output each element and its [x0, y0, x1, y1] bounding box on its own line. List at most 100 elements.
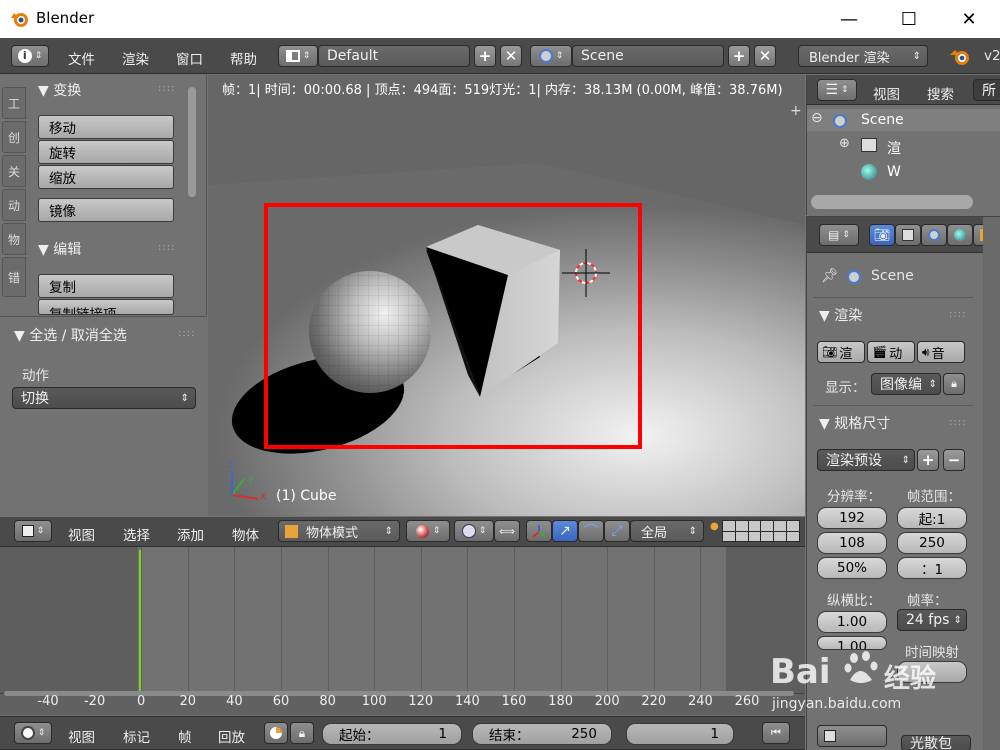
- scene-name-field[interactable]: Scene: [572, 45, 724, 67]
- menu-outliner-view[interactable]: 视图: [873, 83, 900, 103]
- mirror-button[interactable]: 镜像: [38, 198, 174, 222]
- manipulator-toggle[interactable]: ⟺: [494, 520, 520, 542]
- pin-icon[interactable]: 📌︎: [821, 268, 839, 284]
- menu-window[interactable]: 窗口: [176, 48, 203, 68]
- add-preset-button[interactable]: +: [917, 449, 939, 471]
- scale-button[interactable]: 缩放: [38, 165, 174, 189]
- aspect-x-field[interactable]: 1.00: [817, 611, 887, 633]
- frame-step-field[interactable]: ：1: [897, 557, 967, 579]
- panel-drag-handle[interactable]: ::::: [178, 328, 195, 339]
- tab-scene-properties[interactable]: [921, 224, 947, 246]
- rotate-button[interactable]: 旋转: [38, 140, 174, 164]
- timeline-ruler[interactable]: [0, 693, 805, 715]
- lock-interface-button[interactable]: 🔒︎: [943, 373, 965, 395]
- scale-manipulator-button[interactable]: ⤢: [604, 520, 630, 542]
- remove-layout-button[interactable]: ✕: [500, 45, 522, 67]
- render-panel-title[interactable]: ▼ 渲染: [819, 305, 862, 325]
- menu-render[interactable]: 渲染: [122, 48, 149, 68]
- editor-type-properties-button[interactable]: ▤ ⇕: [819, 224, 859, 246]
- menu-add[interactable]: 添加: [177, 524, 204, 544]
- current-frame-field[interactable]: 1: [626, 723, 734, 745]
- remove-preset-button[interactable]: −: [943, 449, 965, 471]
- start-frame-field[interactable]: 起始： 1: [322, 723, 462, 745]
- minimize-button[interactable]: —: [826, 0, 872, 38]
- pivot-point-select[interactable]: ⇕: [454, 520, 494, 542]
- render-engine-select[interactable]: Blender 渲染 ⇕: [798, 45, 928, 67]
- translate-manipulator-button[interactable]: [526, 520, 552, 542]
- maximize-button[interactable]: ☐: [886, 0, 932, 38]
- tool-shelf-scrollbar[interactable]: [188, 87, 196, 197]
- resolution-percentage-field[interactable]: 50%: [817, 557, 887, 579]
- lock-range-toggle[interactable]: 🔒︎: [290, 722, 314, 744]
- outliner-row-render[interactable]: ⊕ 渲: [807, 135, 1000, 157]
- resolution-y-field[interactable]: 108: [817, 532, 887, 554]
- edit-panel-title[interactable]: ▼ 编辑: [38, 239, 81, 259]
- duplicate-button[interactable]: 复制: [38, 274, 174, 298]
- menu-marker[interactable]: 标记: [123, 726, 150, 746]
- display-mode-select[interactable]: 所: [973, 79, 1000, 101]
- scene-selector-button[interactable]: ⇕: [530, 45, 572, 67]
- render-animation-button[interactable]: 🎬︎ 动: [867, 341, 915, 363]
- render-image-button[interactable]: 📷︎ 渲: [817, 341, 865, 363]
- menu-file[interactable]: 文件: [68, 48, 95, 68]
- viewport-expand-button[interactable]: +: [790, 103, 802, 119]
- panel-drag-handle[interactable]: ::::: [949, 417, 966, 428]
- tab-physics[interactable]: 物: [2, 223, 26, 255]
- timeline-area[interactable]: [0, 547, 805, 693]
- mode-select[interactable]: 物体模式 ⇕: [278, 520, 400, 542]
- menu-playback[interactable]: 回放: [218, 726, 245, 746]
- layer-buttons[interactable]: [722, 520, 800, 542]
- close-button[interactable]: ✕: [946, 0, 992, 38]
- tab-render-layers[interactable]: [895, 224, 921, 246]
- editor-type-timeline-button[interactable]: ⇕: [14, 722, 52, 744]
- editor-type-3dview-button[interactable]: ⇕: [14, 520, 52, 542]
- display-mode-select[interactable]: 图像编 ⇕: [871, 373, 941, 395]
- remove-scene-button[interactable]: ✕: [754, 45, 776, 67]
- end-frame-field[interactable]: 结束： 250: [472, 723, 612, 745]
- resolution-x-field[interactable]: 192: [817, 507, 887, 529]
- menu-frame[interactable]: 帧: [178, 726, 192, 746]
- collapse-icon[interactable]: ⊖: [811, 110, 823, 126]
- timeline-scrollbar[interactable]: [0, 690, 805, 696]
- menu-select[interactable]: 选择: [123, 524, 150, 544]
- render-audio-button[interactable]: 🔊︎ 音: [917, 341, 965, 363]
- current-frame-line[interactable]: [139, 550, 141, 693]
- add-layout-button[interactable]: +: [474, 45, 496, 67]
- transform-panel-title[interactable]: ▼ 变换: [38, 80, 81, 100]
- expand-icon[interactable]: ⊕: [839, 136, 850, 151]
- add-scene-button[interactable]: +: [728, 45, 750, 67]
- tab-animation[interactable]: 动: [2, 189, 26, 221]
- menu-timeline-view[interactable]: 视图: [68, 726, 95, 746]
- tab-render-properties[interactable]: 📷︎: [869, 224, 895, 246]
- outliner-row-scene[interactable]: ⊖ Scene: [807, 109, 1000, 131]
- 3d-viewport[interactable]: 帧：1| 时间：00:00.68 | 顶点：494面：519灯光：1| 内存：3…: [208, 75, 805, 516]
- tab-tools[interactable]: 工: [2, 87, 26, 119]
- layout-name-field[interactable]: Default: [318, 45, 470, 67]
- frame-start-field[interactable]: 起:1: [897, 507, 967, 529]
- menu-view[interactable]: 视图: [68, 524, 95, 544]
- dimensions-panel-title[interactable]: ▼ 规格尺寸: [819, 413, 890, 433]
- frame-rate-select[interactable]: 24 fps ⇕: [897, 609, 967, 631]
- outliner-row-world[interactable]: W: [807, 161, 1000, 183]
- render-preset-select[interactable]: 渲染预设 ⇕: [817, 449, 915, 471]
- layout-selector-button[interactable]: ⇕: [278, 45, 318, 67]
- frame-end-field[interactable]: 250: [897, 532, 967, 554]
- outliner-scrollbar[interactable]: [811, 195, 973, 209]
- menu-search[interactable]: 搜索: [927, 83, 954, 103]
- move-manipulator-button[interactable]: ↗: [552, 520, 578, 542]
- editor-type-info-button[interactable]: i ⇕: [11, 45, 49, 67]
- preview-range-toggle[interactable]: [264, 722, 288, 744]
- tab-relations[interactable]: 关: [2, 155, 26, 187]
- panel-drag-handle[interactable]: ::::: [158, 83, 175, 94]
- operator-title[interactable]: ▼ 全选 / 取消全选: [14, 325, 127, 345]
- duplicate-linked-button[interactable]: 复制链接项: [38, 299, 174, 315]
- panel-drag-handle[interactable]: ::::: [158, 242, 175, 253]
- tab-grease-pencil[interactable]: 错: [2, 257, 26, 297]
- translate-button[interactable]: 移动: [38, 115, 174, 139]
- menu-object[interactable]: 物体: [232, 524, 259, 544]
- action-select[interactable]: 切换 ⇕: [12, 387, 196, 409]
- transform-orientation-select[interactable]: 全局 ⇕: [630, 520, 704, 542]
- panel-drag-handle[interactable]: ::::: [949, 309, 966, 320]
- editor-type-outliner-button[interactable]: ☰ ⇕: [817, 79, 857, 101]
- tab-world-properties[interactable]: [947, 224, 973, 246]
